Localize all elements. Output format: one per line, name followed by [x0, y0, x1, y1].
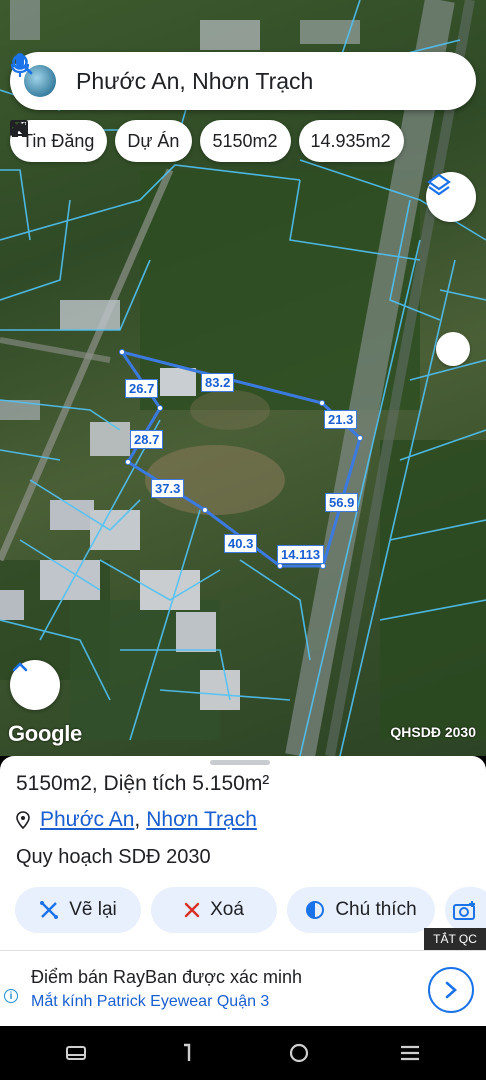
location-marker[interactable]	[436, 332, 470, 366]
segment-label: 83.2	[201, 373, 235, 392]
map-overlay-label: QHSDĐ 2030	[390, 724, 476, 740]
satellite-map[interactable]: 26.7 83.2 21.3 28.7 37.3 56.9 40.3 14.11…	[0, 0, 486, 756]
chip-label: 5150m2	[212, 130, 278, 151]
recents-icon	[401, 1045, 420, 1061]
action-buttons: Vẽ lại Xoá Chú thích	[15, 887, 486, 933]
location-row: Phước An , Nhơn Trạch	[16, 808, 257, 832]
segment-label: 37.3	[151, 479, 185, 498]
chip-label: Dự Án	[127, 130, 180, 151]
redraw-button[interactable]: Vẽ lại	[15, 887, 141, 933]
camera-button[interactable]	[445, 887, 486, 933]
segment-label: 14.113	[277, 545, 325, 564]
ad-banner[interactable]: i Điểm bán RayBan được xác minh Mắt kính…	[0, 950, 486, 1026]
legend-icon	[306, 901, 325, 919]
rotate-button[interactable]	[56, 1033, 96, 1073]
close-icon	[184, 902, 200, 918]
ward-link[interactable]: Phước An	[40, 808, 134, 832]
legend-button[interactable]: Chú thích	[287, 887, 435, 933]
search-bar[interactable]: Phước An, Nhơn Trạch	[10, 52, 476, 110]
district-link[interactable]: Nhơn Trạch	[146, 808, 257, 832]
microphone-icon[interactable]	[10, 53, 462, 95]
camera-add-icon	[453, 901, 475, 920]
segment-label: 56.9	[325, 493, 359, 512]
back-icon	[184, 1043, 191, 1061]
action-label: Vẽ lại	[69, 899, 117, 920]
back-button[interactable]	[167, 1033, 207, 1073]
google-logo: Google	[8, 721, 82, 746]
info-icon[interactable]: i	[4, 989, 18, 1003]
sheet-handle[interactable]	[210, 760, 270, 765]
expand-up-button[interactable]	[10, 660, 60, 710]
location-separator: ,	[134, 808, 141, 831]
segment-label: 26.7	[125, 379, 159, 398]
action-label: Chú thích	[335, 899, 417, 920]
chip-label: Tin Đăng	[22, 130, 95, 151]
sheet-title: 5150m2, Diện tích 5.150m²	[16, 772, 270, 795]
layers-icon	[427, 173, 451, 196]
chip-area-5150[interactable]: 5150m2	[11, 120, 291, 162]
hide-ad-button[interactable]: TẮT QC	[424, 928, 486, 950]
chip-label: 14.935m2	[310, 130, 391, 151]
segment-label: 40.3	[224, 534, 258, 553]
chevron-right-icon	[445, 981, 457, 999]
search-icon[interactable]	[12, 54, 420, 95]
filter-chips: Tin Đăng Dự Án 5150m2 14.935m2	[10, 120, 404, 162]
system-nav-bar	[0, 1026, 486, 1080]
home-icon	[289, 1043, 308, 1063]
location-pin-icon	[16, 811, 30, 829]
home-button[interactable]	[279, 1033, 319, 1073]
delete-button[interactable]: Xoá	[151, 887, 277, 933]
recents-button[interactable]	[390, 1033, 430, 1073]
redraw-icon	[40, 901, 59, 919]
screen: 26.7 83.2 21.3 28.7 37.3 56.9 40.3 14.11…	[0, 0, 486, 1080]
chevron-up-icon	[12, 662, 28, 672]
ad-title: Điểm bán RayBan được xác minh	[31, 967, 302, 987]
search-input[interactable]: Phước An, Nhơn Trạch	[76, 68, 378, 95]
rotate-icon	[65, 1046, 86, 1060]
ad-open-button[interactable]	[428, 967, 474, 1013]
measure-icon	[11, 121, 27, 137]
action-label: Xoá	[210, 899, 244, 920]
layers-button[interactable]	[426, 172, 476, 222]
ad-subtitle: Mắt kính Patrick Eyewear Quận 3	[31, 993, 270, 1010]
map-graphics	[0, 0, 486, 756]
segment-label: 28.7	[130, 430, 164, 449]
segment-label: 21.3	[324, 410, 358, 429]
chip-projects[interactable]: Dự Án	[12, 120, 193, 162]
plan-label: Quy hoạch SDĐ 2030	[16, 846, 211, 868]
chip-area-14935[interactable]: 14.935m2	[11, 120, 404, 162]
